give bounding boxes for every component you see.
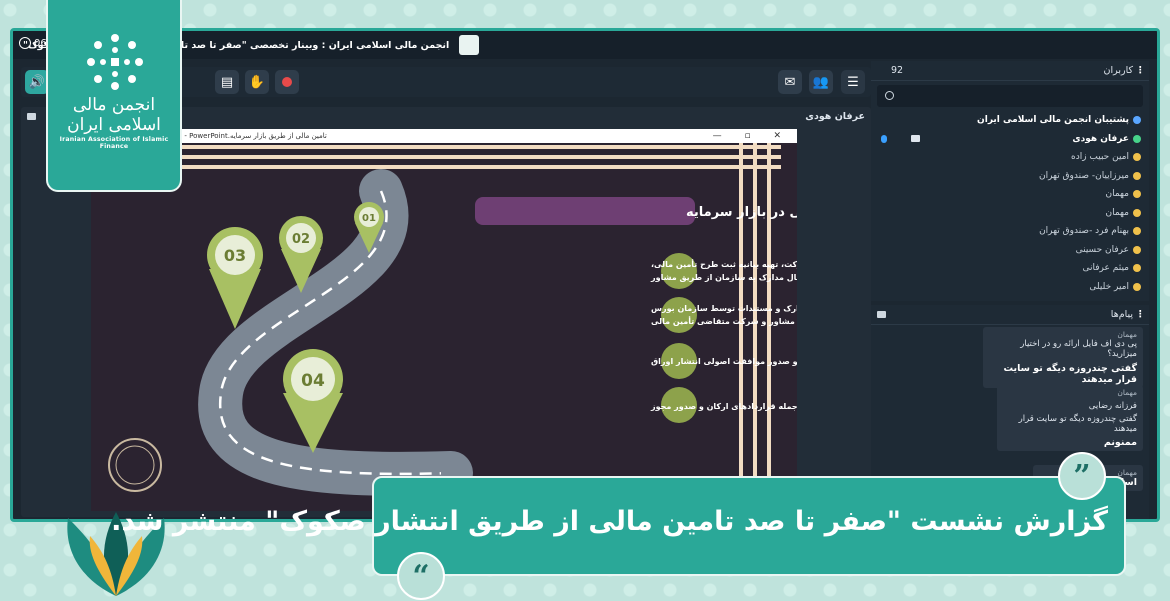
presenter-name: عرفان هودی xyxy=(805,111,865,122)
users-panel-title: کاربران xyxy=(1103,65,1133,76)
meeting-window: انجمن مالی اسلامی ایران : وبینار تخصصی "… xyxy=(10,28,1160,522)
brand-logo-card: انجمن مالی اسلامی ایران Iranian Associat… xyxy=(46,0,182,192)
app-logo-icon xyxy=(459,35,480,55)
users-list: پشتیبان انجمن مالی اسلامی ایران عرفان هو… xyxy=(871,111,1149,296)
message-bold-text: گفتی چندروزه دیگه تو سایت قرار میدهند xyxy=(1003,363,1137,385)
user-icon xyxy=(1133,208,1141,217)
user-icon xyxy=(1133,171,1141,180)
quote-close-icon: “ xyxy=(397,552,445,600)
road xyxy=(198,169,473,496)
messages-panel-title: پیام‌ها xyxy=(1110,309,1133,320)
headline-banner: گزارش نشست "صفر تا صد تامین مالی از طریق… xyxy=(111,476,1126,576)
message-author: مهمان xyxy=(1117,330,1137,339)
message-bold-text: ممنونم xyxy=(1103,437,1137,448)
user-icon xyxy=(1133,227,1141,236)
pin-03-label: 03 xyxy=(224,246,246,265)
pin-01-label: 01 xyxy=(362,213,376,224)
more-icon[interactable]: ⋮ xyxy=(1136,61,1146,81)
pin-04-label: 04 xyxy=(301,371,325,391)
message: مهمان پی دی اف فایل ارائه رو در اختیار م… xyxy=(983,327,1143,388)
users-panel: ⋮ کاربران 92 پشتیبان انجمن مالی اسلامی ا… xyxy=(871,61,1149,301)
clock-text: 06 xyxy=(34,37,47,49)
user-name: پشتیبان انجمن مالی اسلامی ایران xyxy=(977,115,1129,126)
user-icon xyxy=(1133,190,1141,199)
user-name: بهنام فرد -صندوق تهران xyxy=(1039,226,1129,237)
users-search-input[interactable] xyxy=(877,85,1143,107)
heading-pill xyxy=(475,197,695,225)
user-row[interactable]: مهمان xyxy=(871,204,1141,223)
users-toggle-icon[interactable]: 👥 xyxy=(809,70,833,94)
message: مهمان فرزانه رضایی گفتی چندروزه دیگه تو … xyxy=(997,385,1143,451)
slide: مسیر تأمین مالی در بازار سرمایه بررسی طر… xyxy=(91,143,797,511)
step-circle-2 xyxy=(661,297,697,333)
step-circle-1 xyxy=(661,253,697,289)
user-icon xyxy=(1133,153,1141,162)
powerpoint-title-bar: ppt [Compatibility Mode] - PowerPoint.تا… xyxy=(91,129,797,143)
window-controls[interactable]: — ▫ ✕ xyxy=(713,129,791,143)
brand-name-en: Iranian Association of Islamic Finance xyxy=(59,136,169,150)
step-2-line-2: و رفع نواقص توسط مشاور و شرکت متقاضی تأم… xyxy=(651,316,797,327)
step-1-line-2: دریافت نظر حسابرس و ارسال مدارک به سازما… xyxy=(650,273,797,283)
clock: 06 xyxy=(19,37,47,49)
slide-graphic: مسیر تأمین مالی در بازار سرمایه بررسی طر… xyxy=(91,143,797,511)
user-icon xyxy=(1133,282,1141,291)
search-icon xyxy=(885,91,894,100)
user-row[interactable]: عرفان حسینی xyxy=(871,241,1141,260)
quote-open-icon: ” xyxy=(1058,452,1106,500)
title-bar: انجمن مالی اسلامی ایران : وبینار تخصصی "… xyxy=(13,31,1157,59)
screen-icon xyxy=(27,113,36,120)
message-author: مهمان xyxy=(1117,388,1137,397)
brand-name-fa: انجمن مالی اسلامی ایران xyxy=(67,95,161,135)
chat-toggle-icon[interactable]: ✉ xyxy=(778,70,802,94)
pin-04: 04 xyxy=(283,349,343,453)
user-name: عرفان هودی xyxy=(1072,133,1129,144)
headline-text: گزارش نشست "صفر تا صد تامین مالی از طریق… xyxy=(111,506,1108,537)
messages-panel-header: ⋮ پیام‌ها xyxy=(871,305,1149,325)
user-row[interactable]: عرفان هودی xyxy=(871,130,1141,149)
user-name: عرفان حسینی xyxy=(1075,244,1129,255)
user-row[interactable]: بهنام فرد -صندوق تهران xyxy=(871,222,1141,241)
record-icon xyxy=(282,77,292,87)
seal-logo xyxy=(108,438,162,492)
menu-icon[interactable]: ☰ xyxy=(841,70,865,94)
message-text-2: گفتی چندروزه دیگه تو سایت قرار میدهند xyxy=(1018,414,1137,434)
slide-heading: مسیر تأمین مالی در بازار سرمایه xyxy=(686,203,797,220)
user-icon xyxy=(1133,134,1141,143)
pin-03: 03 xyxy=(207,227,263,329)
raise-hand-icon[interactable]: ✋ xyxy=(245,70,269,94)
user-row[interactable]: امیر خلیلی xyxy=(871,278,1141,297)
users-panel-header: ⋮ کاربران 92 xyxy=(871,61,1149,81)
user-name: مهمان xyxy=(1105,189,1129,200)
user-icon xyxy=(1133,264,1141,273)
user-row[interactable]: میرزاییان- صندوق تهران xyxy=(871,167,1141,186)
user-row[interactable]: میثم عرفانی xyxy=(871,259,1141,278)
pin-02-label: 02 xyxy=(292,232,310,247)
user-row[interactable]: پشتیبان انجمن مالی اسلامی ایران xyxy=(871,111,1141,130)
screen-share-icon xyxy=(911,134,920,142)
user-icon xyxy=(1133,116,1141,125)
record-button[interactable] xyxy=(275,70,299,94)
message-text: فرزانه رضایی xyxy=(1088,401,1137,411)
step-2-line-1: بررسی مدارک و مستندات توسط سازمان بورس xyxy=(651,304,797,314)
user-row[interactable]: مهمان xyxy=(871,185,1141,204)
step-4-line-1: تکمیل مدارک از جمله قراردادهای ارکان و ص… xyxy=(650,402,797,411)
user-name: امین حبیب زاده xyxy=(1070,152,1129,163)
step-1-line-1: بررسی طرح توسط شرکت، تهیه بیانیه ثبت طرح… xyxy=(651,259,797,269)
brand-mark-icon xyxy=(87,34,143,90)
step-3-line-1: بررسی توسط سازمان و صدور موافقت اصولی ان… xyxy=(651,357,797,366)
user-name: مهمان xyxy=(1105,207,1129,218)
user-name: امیر خلیلی xyxy=(1089,281,1129,292)
user-name: میثم عرفانی xyxy=(1082,263,1130,274)
clock-icon xyxy=(19,37,31,49)
microphone-icon xyxy=(881,134,887,143)
more-icon[interactable]: ⋮ xyxy=(1136,305,1146,325)
user-icon xyxy=(1133,245,1141,254)
message-text: پی دی اف فایل ارائه رو در اختیار میزارید… xyxy=(1020,339,1137,359)
user-row[interactable]: امین حبیب زاده xyxy=(871,148,1141,167)
chat-icon xyxy=(877,311,886,318)
user-name: میرزاییان- صندوق تهران xyxy=(1038,170,1129,181)
users-count: 92 xyxy=(891,65,904,76)
briefcase-icon[interactable]: ▤ xyxy=(215,70,239,94)
